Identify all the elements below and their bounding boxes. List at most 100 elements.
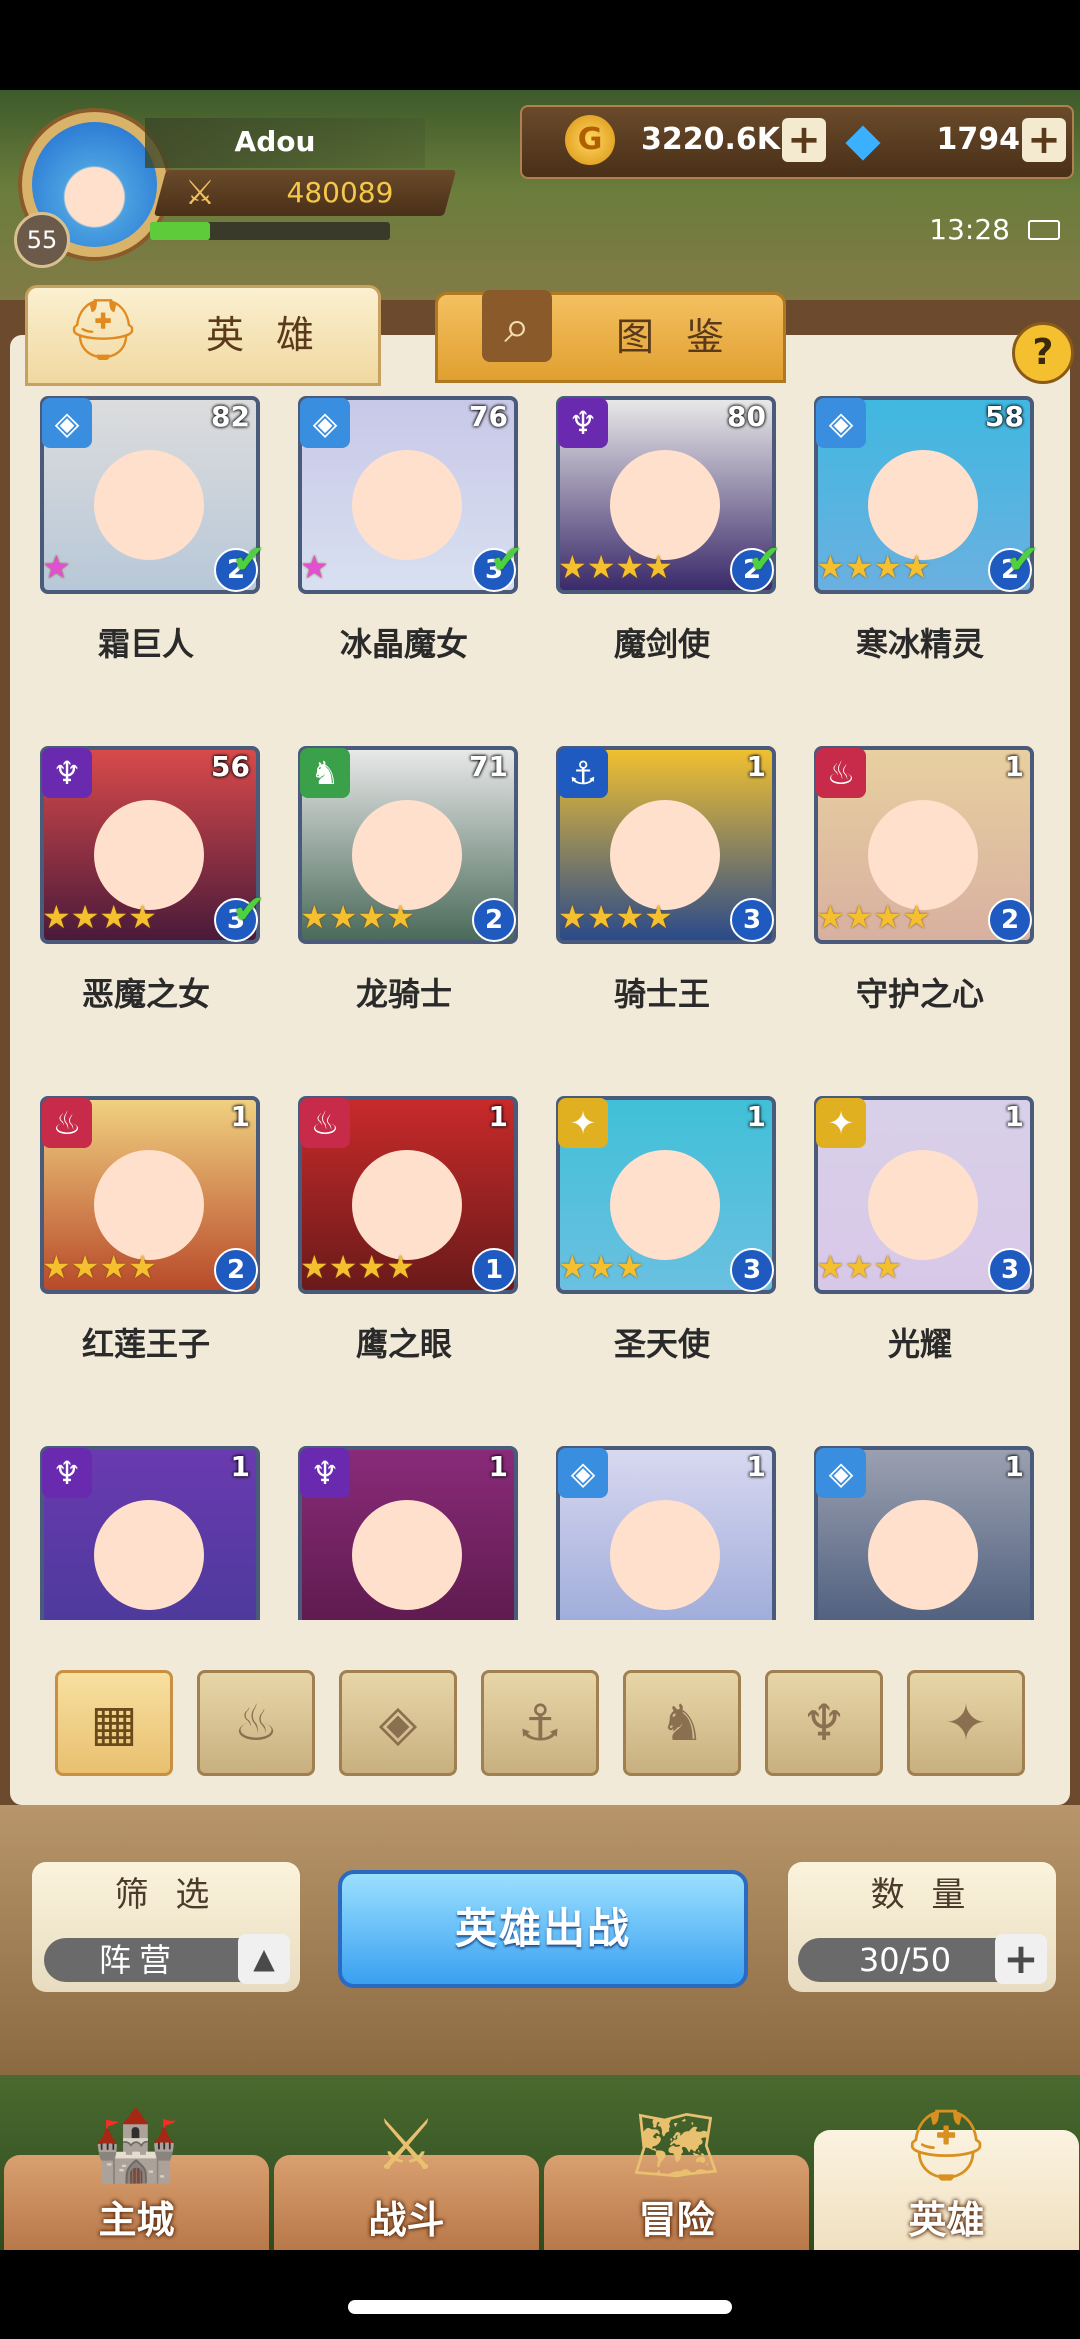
hero-face — [610, 450, 720, 560]
hero-card[interactable]: ♨ 1 ★★★★ 1 鹰之眼 — [268, 1090, 526, 1420]
hero-stars: ★★★ — [816, 1248, 903, 1286]
hero-face — [610, 1500, 720, 1610]
add-gold-button[interactable]: + — [782, 118, 826, 162]
deployed-check-icon: ✔ — [232, 887, 266, 933]
hero-level: 71 — [469, 750, 508, 783]
hero-count-value: 30/50 — [858, 1941, 952, 1979]
hero-card[interactable]: ◈ 76 ★ 3 ✔ 冰晶魔女 — [268, 390, 526, 720]
hero-face — [610, 1150, 720, 1260]
hero-stars: ★ — [42, 548, 71, 586]
hero-face — [868, 800, 978, 910]
hero-stars: ★★★★ — [816, 548, 931, 586]
battery-icon — [1028, 220, 1060, 240]
hero-level: 1 — [1004, 750, 1024, 783]
hero-name: 光耀 — [887, 1325, 952, 1363]
hero-card[interactable]: ♆ 1 — [268, 1440, 526, 1620]
hero-stars: ★★★★ — [816, 898, 931, 936]
ice-faction-icon: ◈ — [816, 1448, 866, 1498]
hero-card[interactable]: ◈ 1 — [784, 1440, 1042, 1620]
castle-icon: 🏰 — [92, 2104, 180, 2186]
hero-card[interactable]: ♨ 1 ★★★★ 2 红莲王子 — [10, 1090, 268, 1420]
hero-card[interactable]: ♆ 80 ★★★★ 2 ✔ 魔剑使 — [526, 390, 784, 720]
hero-face — [94, 450, 204, 560]
hero-face — [94, 1150, 204, 1260]
ice-faction-icon: ◈ — [300, 398, 350, 448]
light-faction-icon[interactable]: ✦ — [907, 1670, 1025, 1776]
nav-label: 战斗 — [368, 2198, 445, 2242]
hero-face — [868, 450, 978, 560]
fire-faction-icon: ♨ — [300, 1098, 350, 1148]
hero-grade-badge: 3 — [988, 1248, 1032, 1292]
diamond-icon: ◆ — [845, 112, 881, 166]
hero-card[interactable]: ♨ 1 ★★★★ 2 守护之心 — [784, 740, 1042, 1070]
hero-stars: ★★★ — [558, 1248, 645, 1286]
hero-name: 恶魔之女 — [81, 975, 210, 1013]
add-gems-button[interactable]: + — [1022, 118, 1066, 162]
sea-faction-icon: ⚓ — [558, 748, 608, 798]
ice-faction-icon: ◈ — [42, 398, 92, 448]
clock: 13:28 — [929, 213, 1010, 246]
hero-card[interactable]: ♆ 1 — [10, 1440, 268, 1620]
hero-card[interactable]: ⚓ 1 ★★★★ 3 骑士王 — [526, 740, 784, 1070]
home-bar-area — [0, 2250, 1080, 2339]
battle-power-value: 480089 — [286, 176, 394, 209]
beast-faction-icon[interactable]: ♞ — [623, 1670, 741, 1776]
hero-helmet-icon: ⛑ — [901, 2104, 991, 2186]
hero-grade-badge: 2 — [214, 1248, 258, 1292]
hero-card[interactable]: ◈ 58 ★★★★ 2 ✔ 寒冰精灵 — [784, 390, 1042, 720]
hero-grid[interactable]: ◈ 82 ★ 2 ✔ 霜巨人 ◈ 76 ★ 3 ✔ 冰晶魔女 ♆ 80 ★★★★ 2 ✔ 魔剑使 ◈ 58 ★★★★ 2 ✔… — [10, 390, 1070, 1620]
dark-faction-icon: ♆ — [558, 398, 608, 448]
magnifier-icon: ⌕ — [482, 290, 552, 362]
beast-faction-icon: ♞ — [300, 748, 350, 798]
hero-level: 1 — [230, 1450, 250, 1483]
gem-value: 1794 — [936, 122, 1021, 157]
hero-name: 鹰之眼 — [355, 1325, 452, 1363]
chevron-up-icon[interactable]: ▲ — [238, 1934, 290, 1984]
hero-card[interactable]: ♞ 71 ★★★★ 2 龙骑士 — [268, 740, 526, 1070]
hero-grade-badge: 1 — [472, 1248, 516, 1292]
hero-card[interactable]: ✦ 1 ★★★ 3 圣天使 — [526, 1090, 784, 1420]
hero-card[interactable]: ◈ 1 — [526, 1440, 784, 1620]
fire-faction-icon[interactable]: ♨ — [197, 1670, 315, 1776]
ice-faction-icon[interactable]: ◈ — [339, 1670, 457, 1776]
hero-card[interactable]: ✦ 1 ★★★ 3 光耀 — [784, 1090, 1042, 1420]
nav-label: 主城 — [98, 2198, 175, 2242]
gold-value: 3220.6K — [640, 122, 780, 157]
dark-faction-icon: ♆ — [42, 748, 92, 798]
deployed-check-icon: ✔ — [1006, 537, 1040, 583]
status-bar-area — [0, 0, 1080, 90]
hero-name: 魔剑使 — [613, 625, 710, 663]
hero-name: 霜巨人 — [97, 625, 194, 663]
hero-card[interactable]: ♆ 56 ★★★★ 3 ✔ 恶魔之女 — [10, 740, 268, 1070]
hero-level: 1 — [1004, 1100, 1024, 1133]
deploy-heroes-button[interactable]: 英雄出战 — [338, 1870, 748, 1988]
hero-name: 圣天使 — [613, 1325, 710, 1363]
gold-coin-icon: G — [565, 115, 615, 165]
dark-faction-icon[interactable]: ♆ — [765, 1670, 883, 1776]
hero-level: 76 — [469, 400, 508, 433]
faction-filter-bar: ▦ ♨ ◈ ⚓ ♞ ♆ ✦ — [10, 1650, 1070, 1800]
hero-level: 1 — [230, 1100, 250, 1133]
hero-stars: ★★★★ — [42, 1248, 157, 1286]
ice-faction-icon: ◈ — [558, 1448, 608, 1498]
hero-name: 红莲王子 — [81, 1325, 210, 1363]
scroll-map-icon: 🗺 — [631, 2104, 721, 2186]
deployed-check-icon: ✔ — [748, 537, 782, 583]
hero-level: 1 — [488, 1100, 508, 1133]
hero-name: 龙骑士 — [355, 975, 452, 1013]
fire-faction-icon: ♨ — [42, 1098, 92, 1148]
home-indicator[interactable] — [348, 2300, 732, 2314]
dark-faction-icon: ♆ — [42, 1448, 92, 1498]
grid-icon[interactable]: ▦ — [55, 1670, 173, 1776]
hero-name: 寒冰精灵 — [855, 625, 984, 663]
sea-faction-icon[interactable]: ⚓ — [481, 1670, 599, 1776]
expand-capacity-button[interactable]: + — [995, 1934, 1047, 1984]
help-button[interactable]: ? — [1012, 322, 1074, 384]
hero-face — [352, 450, 462, 560]
hero-card[interactable]: ◈ 82 ★ 2 ✔ 霜巨人 — [10, 390, 268, 720]
light-faction-icon: ✦ — [816, 1098, 866, 1148]
hero-level: 56 — [211, 750, 250, 783]
count-title: 数 量 — [870, 1875, 974, 1915]
hero-stars: ★★★★ — [558, 548, 673, 586]
hero-level: 1 — [488, 1450, 508, 1483]
